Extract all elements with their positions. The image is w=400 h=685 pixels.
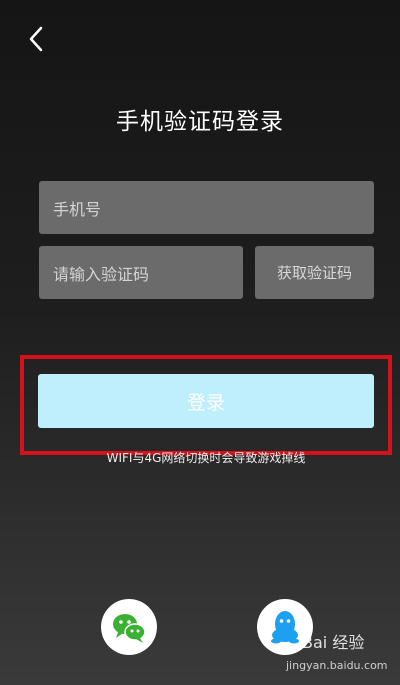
login-button[interactable]: 登录 bbox=[38, 374, 374, 428]
watermark-url: jingyan.baidu.com bbox=[286, 659, 388, 672]
wechat-icon bbox=[113, 614, 146, 643]
get-code-button[interactable]: 获取验证码 bbox=[255, 246, 374, 299]
code-placeholder: 请输入验证码 bbox=[53, 264, 150, 284]
watermark-logo: Bai 经验 bbox=[302, 633, 365, 652]
phone-placeholder: 手机号 bbox=[53, 199, 102, 219]
chevron-left-icon bbox=[29, 26, 43, 52]
phone-input[interactable]: 手机号 bbox=[39, 181, 374, 234]
network-notice: WIFI与4G网络切换时会导致游戏掉线 bbox=[106, 451, 306, 465]
wechat-login-button[interactable] bbox=[101, 599, 157, 655]
qq-icon bbox=[271, 611, 299, 644]
page-title: 手机验证码登录 bbox=[116, 109, 284, 135]
back-button[interactable] bbox=[22, 24, 52, 54]
verification-code-input[interactable]: 请输入验证码 bbox=[39, 246, 243, 299]
